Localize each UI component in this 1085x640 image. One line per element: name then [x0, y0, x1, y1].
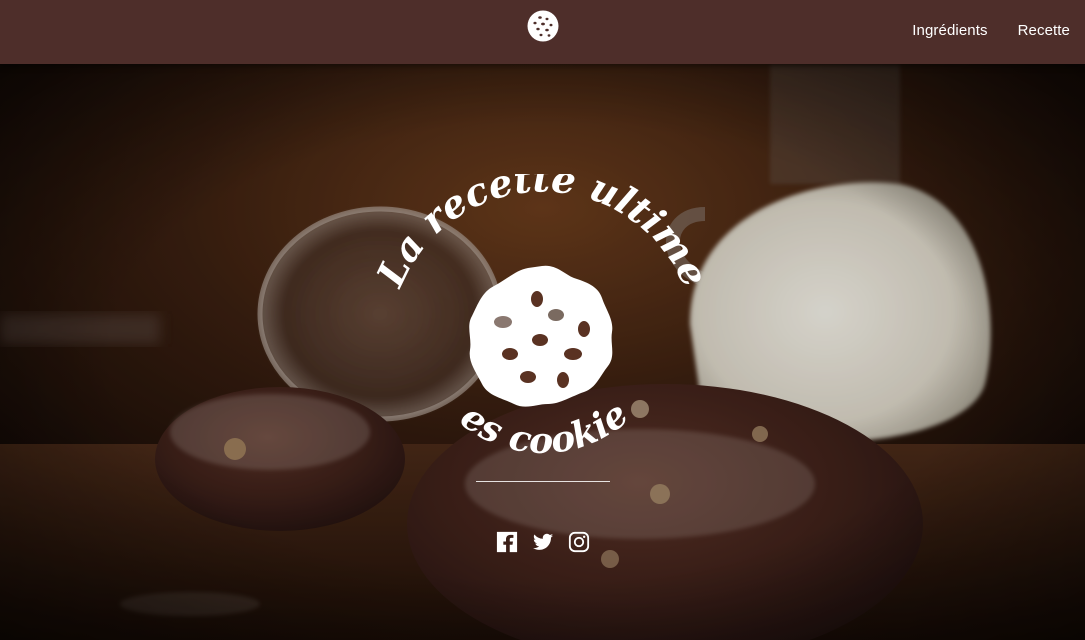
- facebook-icon[interactable]: [496, 531, 518, 553]
- social-links: [496, 531, 590, 553]
- nav-link-recette[interactable]: Recette: [1018, 22, 1070, 39]
- instagram-icon[interactable]: [568, 531, 590, 553]
- nav-link-ingredients[interactable]: Ingrédients: [912, 22, 987, 39]
- hero-emblem: La recette ultime des cookies: [370, 174, 715, 462]
- nav-links: Ingrédients Recette: [912, 22, 1070, 39]
- twitter-icon[interactable]: [532, 531, 554, 553]
- hero-section: La recette ultime des cookies: [0, 64, 1085, 640]
- hero-content: La recette ultime des cookies: [0, 64, 1085, 640]
- cookie-logo-icon[interactable]: [527, 10, 559, 42]
- top-navbar: Ingrédients Recette: [0, 0, 1085, 64]
- hero-divider: [476, 481, 610, 482]
- cookie-emblem-icon: [469, 265, 613, 407]
